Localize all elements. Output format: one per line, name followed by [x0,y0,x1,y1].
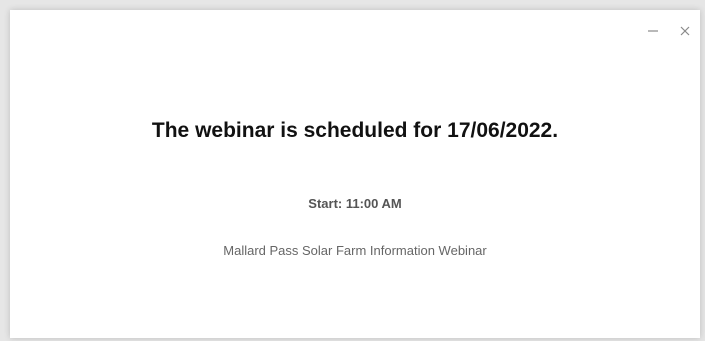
minimize-button[interactable] [646,24,660,38]
start-time: Start: 11:00 AM [308,196,402,211]
close-icon [680,26,690,36]
minimize-icon [648,30,658,32]
window-controls [646,24,692,38]
schedule-heading: The webinar is scheduled for 17/06/2022. [151,119,559,142]
close-button[interactable] [678,24,692,38]
webinar-name: Mallard Pass Solar Farm Information Webi… [223,243,487,258]
webinar-dialog: The webinar is scheduled for 17/06/2022.… [10,10,700,338]
